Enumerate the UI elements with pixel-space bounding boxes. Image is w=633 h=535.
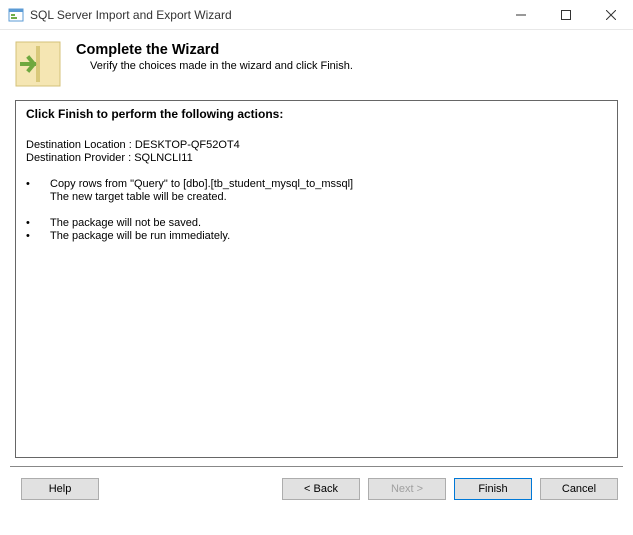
page-subtitle: Verify the choices made in the wizard an… [76,60,619,72]
action-group-copy: • Copy rows from "Query" to [dbo].[tb_st… [26,178,607,203]
summary-panel: Click Finish to perform the following ac… [15,100,618,458]
back-button[interactable]: < Back [282,478,360,500]
window-controls [498,0,633,29]
finish-button[interactable]: Finish [454,478,532,500]
list-item: • Copy rows from "Query" to [dbo].[tb_st… [26,178,607,190]
bullet-icon: • [26,178,50,190]
page-title: Complete the Wizard [76,42,619,58]
button-bar: Help < Back Next > Finish Cancel [0,478,633,508]
wizard-icon [14,40,62,88]
bullet-icon: • [26,217,50,229]
window-title: SQL Server Import and Export Wizard [30,8,498,22]
cancel-button[interactable]: Cancel [540,478,618,500]
summary-heading: Click Finish to perform the following ac… [26,107,607,121]
next-button: Next > [368,478,446,500]
destination-info: Destination Location : DESKTOP-QF52OT4 D… [26,139,607,164]
wizard-header: Complete the Wizard Verify the choices m… [0,30,633,100]
destination-location: Destination Location : DESKTOP-QF52OT4 [26,139,607,151]
list-item: • The package will be run immediately. [26,230,607,242]
action-not-saved: The package will not be saved. [50,217,201,229]
action-run-immediately: The package will be run immediately. [50,230,230,242]
minimize-button[interactable] [498,0,543,29]
separator [10,466,623,468]
destination-provider: Destination Provider : SQLNCLI11 [26,152,607,164]
titlebar[interactable]: SQL Server Import and Export Wizard [0,0,633,30]
close-button[interactable] [588,0,633,29]
action-group-package: • The package will not be saved. • The p… [26,217,607,242]
help-button[interactable]: Help [21,478,99,500]
action-new-table: The new target table will be created. [26,191,607,203]
header-text: Complete the Wizard Verify the choices m… [76,40,619,72]
action-copy-rows: Copy rows from "Query" to [dbo].[tb_stud… [50,178,353,190]
maximize-button[interactable] [543,0,588,29]
list-item: • The package will not be saved. [26,217,607,229]
app-icon [8,7,24,23]
bullet-icon: • [26,230,50,242]
